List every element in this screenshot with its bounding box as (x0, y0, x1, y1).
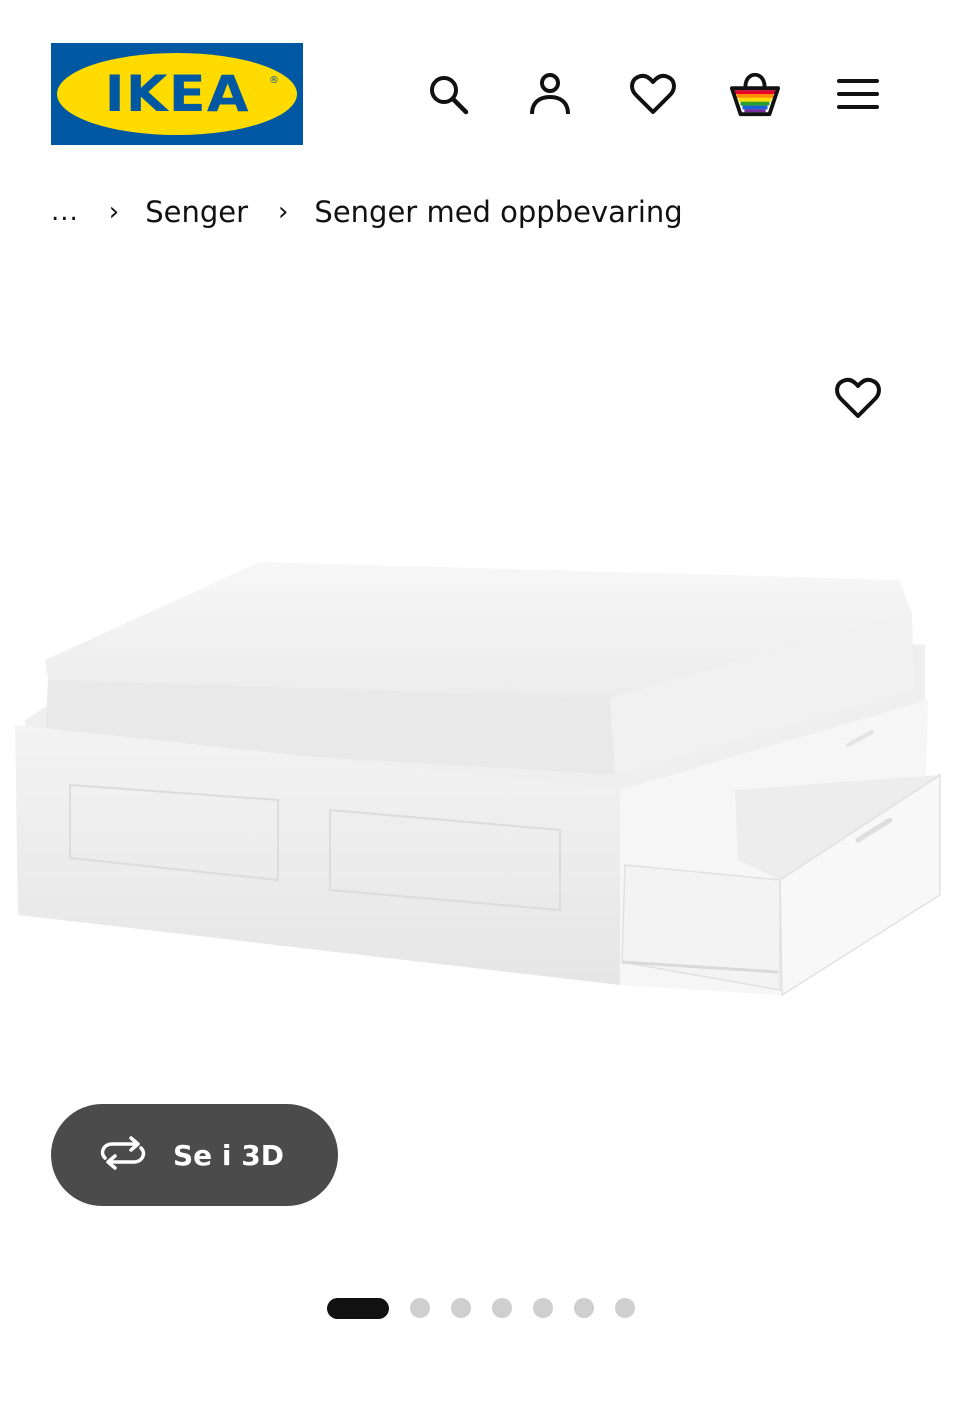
rotate-3d-icon (97, 1135, 149, 1175)
carousel-pagination (327, 1297, 635, 1319)
favourites-icon[interactable] (627, 68, 679, 120)
breadcrumb-item-senger[interactable]: Senger (145, 195, 248, 229)
breadcrumb-item-senger-med-oppbevaring[interactable]: Senger med oppbevaring (314, 195, 682, 229)
carousel-dot[interactable] (451, 1298, 471, 1318)
account-icon[interactable] (524, 68, 576, 120)
carousel-dot-active[interactable] (327, 1297, 389, 1319)
breadcrumb-separator: › (278, 197, 289, 227)
logo-oval: IKEA ® (57, 53, 297, 135)
menu-icon[interactable] (832, 68, 884, 120)
view-3d-button[interactable]: Se i 3D (51, 1104, 338, 1206)
logo-registered-mark: ® (269, 75, 279, 86)
heart-icon[interactable] (832, 372, 884, 424)
carousel-dot[interactable] (615, 1298, 635, 1318)
search-icon[interactable] (422, 68, 474, 120)
carousel-dot[interactable] (410, 1298, 430, 1318)
breadcrumb-separator: › (108, 197, 120, 227)
site-header: IKEA ® (0, 0, 960, 160)
logo-text: IKEA (104, 65, 250, 123)
carousel-dot[interactable] (533, 1298, 553, 1318)
view-3d-label: Se i 3D (173, 1138, 284, 1172)
basket-icon[interactable] (729, 68, 781, 120)
breadcrumb-ellipsis[interactable]: ... (51, 197, 79, 227)
carousel-dot[interactable] (574, 1298, 594, 1318)
carousel-dot[interactable] (492, 1298, 512, 1318)
ikea-logo[interactable]: IKEA ® (51, 43, 303, 145)
product-image-bed (0, 540, 960, 1060)
breadcrumb: ... › Senger › Senger med oppbevaring (51, 188, 683, 236)
